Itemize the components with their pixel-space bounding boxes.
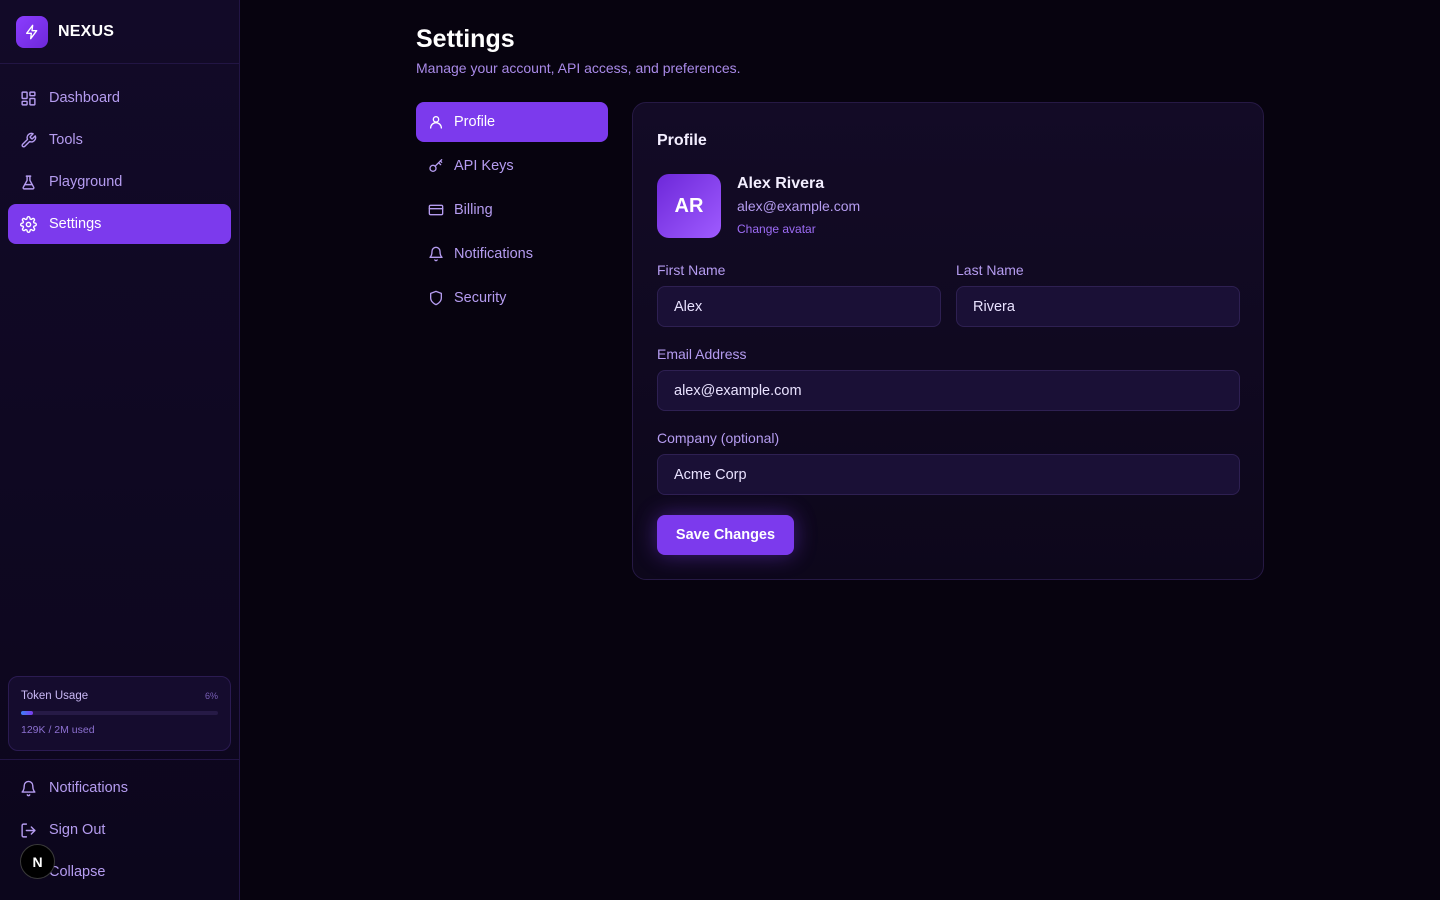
bell-icon (21, 780, 36, 796)
wrench-icon (21, 132, 37, 148)
settings-tabs: Profile API Keys Billing Notifications S… (416, 102, 608, 322)
bell-icon (429, 246, 443, 262)
key-icon (429, 159, 443, 172)
sidebar-item-label: Settings (49, 216, 102, 232)
change-avatar-link[interactable]: Change avatar (737, 222, 816, 236)
sidebar-item-settings[interactable]: Settings (8, 204, 231, 244)
flask-icon (22, 174, 35, 190)
tab-label: Security (454, 290, 507, 306)
lightning-bolt-icon (16, 15, 48, 48)
dashboard-icon (21, 90, 36, 106)
sidebar-item-tools[interactable]: Tools (8, 120, 231, 160)
sidebar-item-label: Sign Out (49, 822, 106, 838)
shield-icon (430, 290, 442, 306)
avatar: AR (657, 174, 721, 238)
first-name-label: First Name (657, 262, 726, 278)
user-email: alex@example.com (737, 198, 861, 214)
credit-card-icon (428, 204, 444, 216)
user-name: Alex Rivera (737, 175, 825, 192)
tab-label: Profile (454, 114, 496, 130)
sidebar-item-label: Dashboard (49, 90, 120, 106)
brand-name: NEXUS (58, 22, 115, 40)
sidebar: NEXUS Dashboard Tools Playground Setting… (0, 0, 240, 900)
last-name-label: Last Name (956, 262, 1024, 278)
tab-label: Notifications (454, 246, 533, 262)
sidebar-item-label: Tools (49, 132, 83, 148)
token-usage-bar (21, 711, 218, 715)
profile-card-title: Profile (657, 132, 707, 149)
token-usage-bar-fill (21, 711, 33, 715)
sidebar-nav: Dashboard Tools Playground Settings (0, 64, 239, 244)
sidebar-item-dashboard[interactable]: Dashboard (8, 78, 231, 118)
sidebar-item-label: Collapse (49, 864, 106, 880)
sidebar-item-label: Playground (49, 174, 123, 190)
page-title: Settings (416, 25, 515, 53)
sidebar-item-label: Notifications (49, 780, 128, 796)
sign-out-icon (21, 822, 36, 838)
tab-notifications[interactable]: Notifications (416, 234, 608, 274)
framework-badge[interactable]: N (20, 844, 55, 879)
company-label: Company (optional) (657, 430, 780, 446)
tab-security[interactable]: Security (416, 278, 608, 318)
profile-card: Profile AR Alex Rivera alex@example.com … (632, 102, 1264, 580)
token-usage-title: Token Usage (21, 690, 89, 702)
token-usage-card: Token Usage 6% 129K / 2M used (8, 676, 231, 751)
sidebar-item-playground[interactable]: Playground (8, 162, 231, 202)
tab-label: Billing (454, 202, 493, 218)
first-name-field[interactable] (657, 286, 941, 327)
gear-icon (20, 215, 37, 233)
brand[interactable]: NEXUS (0, 0, 239, 64)
tab-label: API Keys (454, 158, 514, 174)
page-subtitle: Manage your account, API access, and pre… (416, 60, 741, 76)
tab-profile[interactable]: Profile (416, 102, 608, 142)
email-field[interactable] (657, 370, 1240, 411)
token-usage-percent: 6% (204, 691, 218, 701)
sidebar-item-notifications[interactable]: Notifications (8, 768, 231, 808)
token-usage-text: 129K / 2M used (21, 724, 95, 736)
save-changes-button[interactable]: Save Changes (657, 515, 794, 555)
tab-billing[interactable]: Billing (416, 190, 608, 230)
user-icon (430, 116, 442, 129)
tab-api-keys[interactable]: API Keys (416, 146, 608, 186)
last-name-field[interactable] (956, 286, 1240, 327)
company-field[interactable] (657, 454, 1240, 495)
email-label: Email Address (657, 346, 747, 362)
